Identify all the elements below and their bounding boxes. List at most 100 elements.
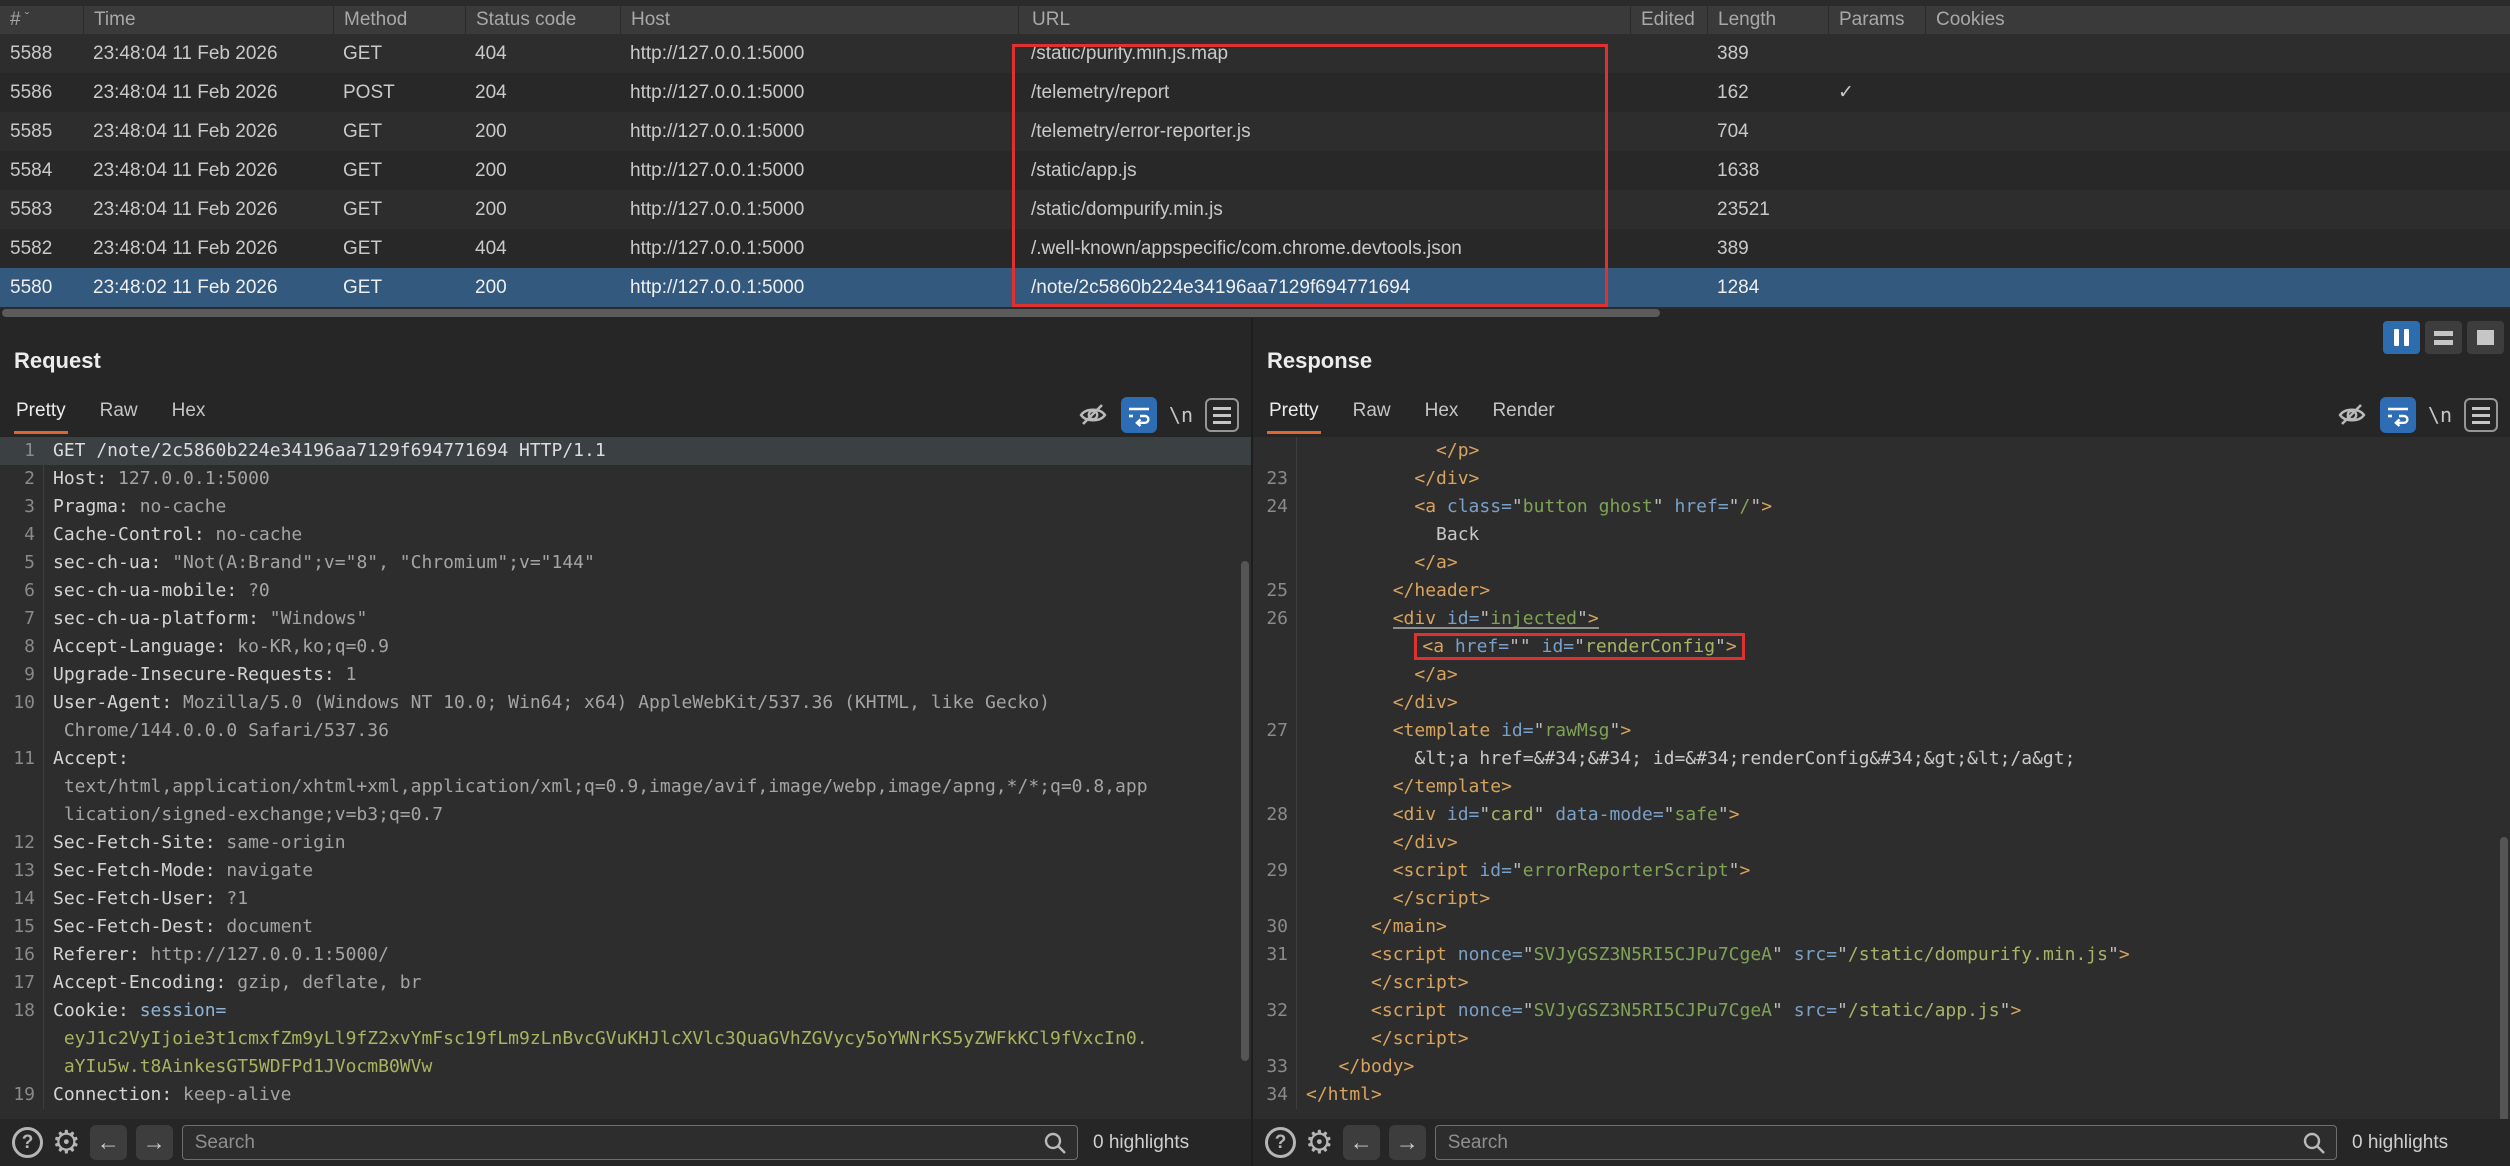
table-row-5585[interactable]: 558523:48:04 11 Feb 2026GET200http://127… — [0, 112, 2510, 151]
word-wrap-toggle[interactable] — [1121, 397, 1157, 433]
cell-length: 1638 — [1707, 151, 1828, 190]
sort-indicator-icon: ˇ — [25, 9, 30, 25]
newline-toggle[interactable]: \n — [1169, 403, 1193, 427]
column-header-method[interactable]: Method — [333, 6, 465, 34]
line-number — [1253, 549, 1297, 577]
hide-highlights-icon[interactable] — [2336, 399, 2368, 431]
column-header-cookies[interactable]: Cookies — [1925, 6, 2510, 34]
line-number: 24 — [1253, 493, 1297, 521]
code-line: 17Accept-Encoding: gzip, deflate, br — [0, 969, 1251, 997]
line-number: 25 — [1253, 577, 1297, 605]
response-tab-render[interactable]: Render — [1490, 392, 1556, 431]
cell-method: GET — [333, 34, 465, 73]
column-header-params[interactable]: Params — [1828, 6, 1925, 34]
column-header-url[interactable]: URL — [1018, 6, 1630, 34]
cell-cookies — [1925, 190, 2510, 229]
line-number: 31 — [1253, 941, 1297, 969]
code-line: 34</html> — [1253, 1081, 2510, 1109]
word-wrap-toggle[interactable] — [2380, 397, 2416, 433]
code-line: Chrome/144.0.0.0 Safari/537.36 — [0, 717, 1251, 745]
line-number — [1253, 773, 1297, 801]
request-panel: Request PrettyRawHex \n 1GET /note/2c586… — [0, 318, 1251, 1166]
cell-method: GET — [333, 151, 465, 190]
gear-icon[interactable]: ⚙ — [52, 1127, 81, 1158]
response-editor[interactable]: </p>23 </div>24 <a class="button ghost" … — [1253, 437, 2510, 1119]
response-search-input[interactable] — [1435, 1125, 2337, 1160]
cell-url: /static/purify.min.js.map — [1018, 34, 1630, 73]
capture-controls — [2383, 321, 2504, 354]
code-line: Back — [1253, 521, 2510, 549]
stop-capture-button[interactable] — [2467, 321, 2504, 354]
hide-highlights-icon[interactable] — [1077, 399, 1109, 431]
line-number: 17 — [0, 969, 44, 997]
code-line: 13Sec-Fetch-Mode: navigate — [0, 857, 1251, 885]
cell-params — [1828, 268, 1925, 307]
editor-menu-icon[interactable] — [2464, 398, 2498, 432]
help-icon[interactable]: ? — [12, 1127, 43, 1158]
next-match-button[interactable]: → — [136, 1125, 173, 1160]
next-match-button[interactable]: → — [1389, 1125, 1426, 1160]
response-tab-pretty[interactable]: Pretty — [1267, 392, 1321, 434]
request-tab-pretty[interactable]: Pretty — [14, 392, 68, 434]
request-editor[interactable]: 1GET /note/2c5860b224e34196aa7129f694771… — [0, 437, 1251, 1119]
request-scrollbar-thumb[interactable] — [1241, 561, 1249, 1061]
cell-host: http://127.0.0.1:5000 — [620, 73, 1018, 112]
log-table-rows: 558823:48:04 11 Feb 2026GET404http://127… — [0, 34, 2510, 307]
table-header-row: #ˇTimeMethodStatus codeHostURLEditedLeng… — [0, 6, 2510, 34]
prev-match-button[interactable]: ← — [1343, 1125, 1380, 1160]
line-number: 29 — [1253, 857, 1297, 885]
line-number: 6 — [0, 577, 44, 605]
line-number: 34 — [1253, 1081, 1297, 1109]
response-code: </p>23 </div>24 <a class="button ghost" … — [1253, 437, 2510, 1109]
pause-capture-button[interactable] — [2383, 321, 2420, 354]
code-line: <a href="" id="renderConfig"> — [1253, 633, 2510, 661]
request-tab-raw[interactable]: Raw — [98, 392, 140, 431]
column-header-length[interactable]: Length — [1707, 6, 1828, 34]
search-icon — [1042, 1130, 1068, 1161]
table-row-5582[interactable]: 558223:48:04 11 Feb 2026GET404http://127… — [0, 229, 2510, 268]
line-number: 32 — [1253, 997, 1297, 1025]
cell-host: http://127.0.0.1:5000 — [620, 112, 1018, 151]
response-scrollbar-thumb[interactable] — [2500, 837, 2508, 1119]
code-line: </a> — [1253, 661, 2510, 689]
line-number — [1253, 437, 1297, 465]
table-row-5586[interactable]: 558623:48:04 11 Feb 2026POST204http://12… — [0, 73, 2510, 112]
request-tab-hex[interactable]: Hex — [170, 392, 208, 431]
line-number: 23 — [1253, 465, 1297, 493]
line-number: 15 — [0, 913, 44, 941]
table-row-5583[interactable]: 558323:48:04 11 Feb 2026GET200http://127… — [0, 190, 2510, 229]
prev-match-button[interactable]: ← — [90, 1125, 127, 1160]
cell-time: 23:48:04 11 Feb 2026 — [83, 112, 333, 151]
help-icon[interactable]: ? — [1265, 1127, 1296, 1158]
response-tab-hex[interactable]: Hex — [1423, 392, 1461, 431]
code-line: 3Pragma: no-cache — [0, 493, 1251, 521]
line-number — [0, 717, 44, 745]
code-line: aYIu5w.t8AinkesGT5WDFPd1JVocmB0WVw — [0, 1053, 1251, 1081]
cell-cookies — [1925, 268, 2510, 307]
cell-host: http://127.0.0.1:5000 — [620, 190, 1018, 229]
line-number: 3 — [0, 493, 44, 521]
rows-view-button[interactable] — [2425, 321, 2462, 354]
scrollbar-thumb[interactable] — [2, 309, 1660, 317]
column-header-status[interactable]: Status code — [465, 6, 620, 34]
line-number: 11 — [0, 745, 44, 773]
code-line: 25 </header> — [1253, 577, 2510, 605]
response-tab-raw[interactable]: Raw — [1351, 392, 1393, 431]
table-horizontal-scrollbar[interactable] — [0, 309, 2510, 318]
table-row-5584[interactable]: 558423:48:04 11 Feb 2026GET200http://127… — [0, 151, 2510, 190]
column-header-num[interactable]: #ˇ — [0, 6, 83, 34]
column-header-host[interactable]: Host — [620, 6, 1018, 34]
column-header-edited[interactable]: Edited — [1630, 6, 1707, 34]
cell-url: /note/2c5860b224e34196aa7129f694771694 — [1018, 268, 1630, 307]
request-search-input[interactable] — [182, 1125, 1078, 1160]
table-row-5588[interactable]: 558823:48:04 11 Feb 2026GET404http://127… — [0, 34, 2510, 73]
line-number: 8 — [0, 633, 44, 661]
column-header-time[interactable]: Time — [83, 6, 333, 34]
newline-toggle[interactable]: \n — [2428, 403, 2452, 427]
code-line: 4Cache-Control: no-cache — [0, 521, 1251, 549]
gear-icon[interactable]: ⚙ — [1305, 1127, 1334, 1158]
table-row-5580[interactable]: 558023:48:02 11 Feb 2026GET200http://127… — [0, 268, 2510, 307]
line-number — [1253, 661, 1297, 689]
cell-cookies — [1925, 34, 2510, 73]
editor-menu-icon[interactable] — [1205, 398, 1239, 432]
